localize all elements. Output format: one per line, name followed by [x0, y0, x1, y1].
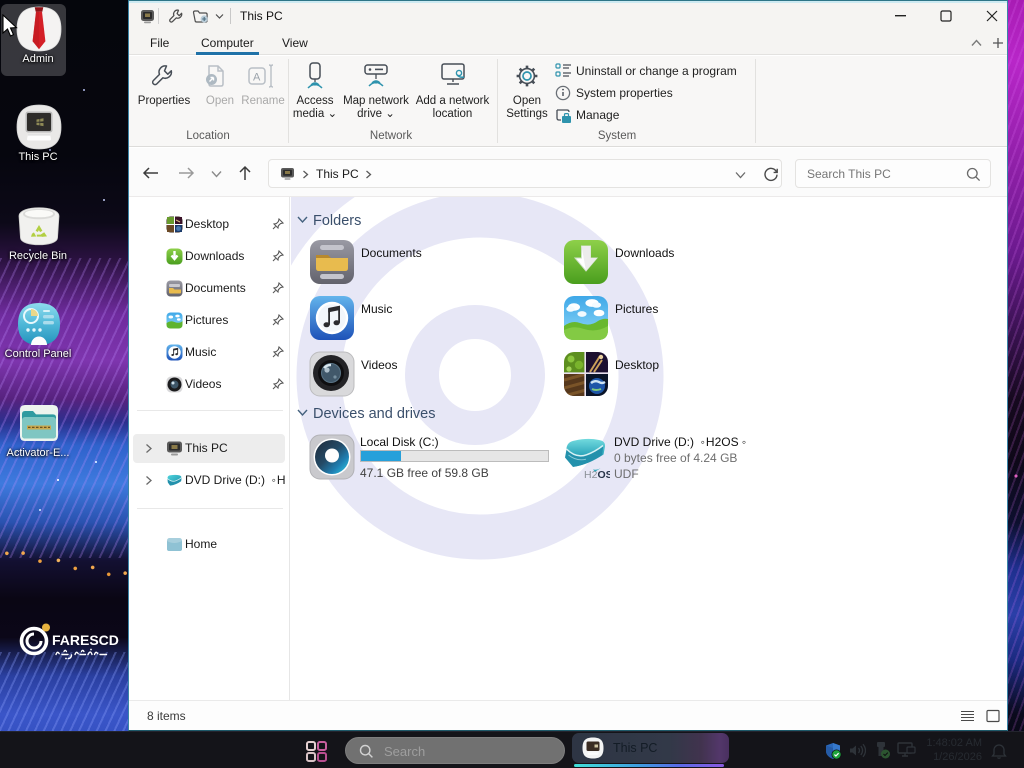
svg-text:FARESCD: FARESCD [52, 632, 119, 648]
svg-text:A: A [253, 72, 261, 84]
svg-text:H2OS: H2OS [584, 469, 610, 481]
